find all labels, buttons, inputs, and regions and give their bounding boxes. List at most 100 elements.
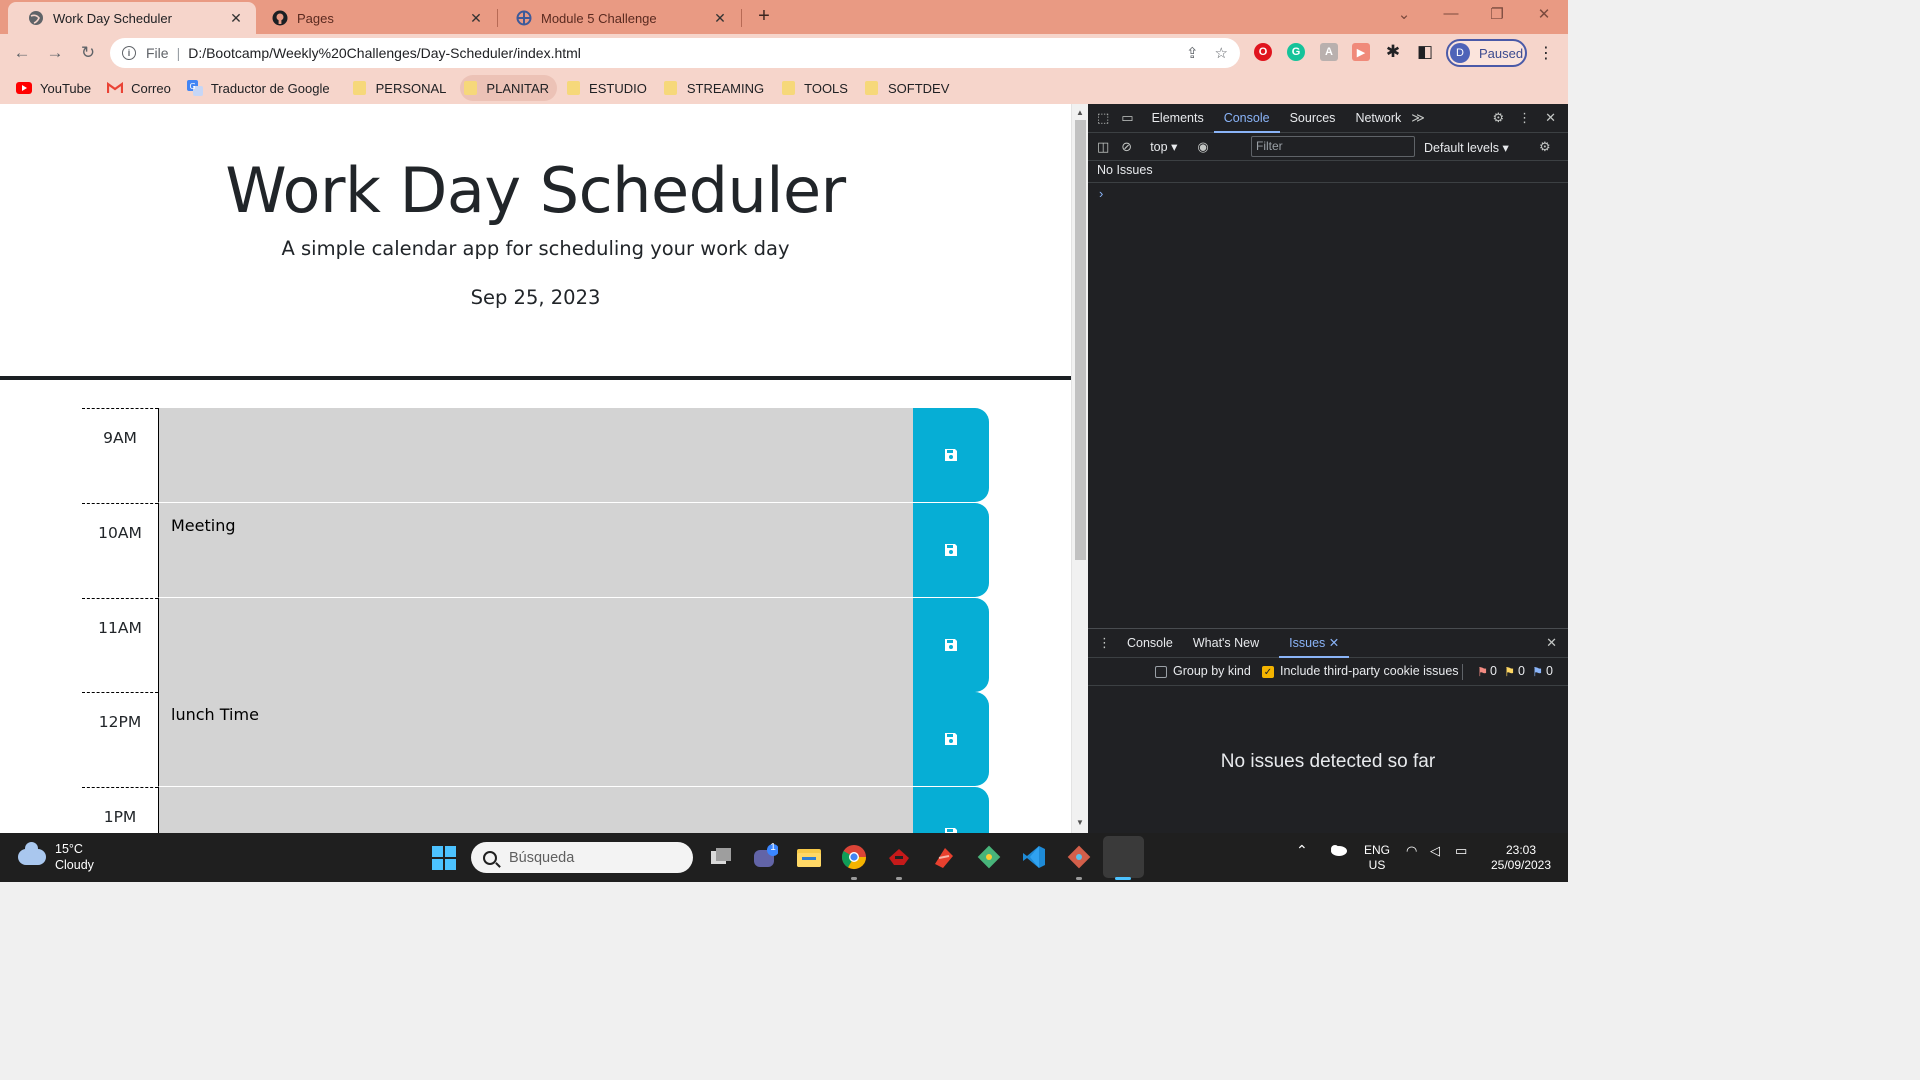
save-button[interactable]: [913, 598, 989, 692]
issues-summary[interactable]: No Issues: [1097, 163, 1153, 177]
save-button[interactable]: [913, 692, 989, 786]
minimize-icon[interactable]: —: [1428, 5, 1474, 22]
close-tab-icon[interactable]: ✕: [468, 10, 484, 27]
console-toolbar: ◫ ⊘ top ▾ ◉ Filter Default levels ▾ ⚙: [1088, 133, 1568, 161]
windows-start-icon[interactable]: [432, 846, 456, 870]
screen-recorder-extension-icon[interactable]: ▶: [1352, 43, 1370, 61]
browser-menu-icon[interactable]: ⋮: [1538, 43, 1554, 63]
close-devtools-icon[interactable]: ✕: [1545, 110, 1556, 126]
git-gui-icon[interactable]: [1066, 844, 1092, 870]
clear-console-icon[interactable]: ⊘: [1121, 139, 1132, 155]
filezilla-icon[interactable]: [931, 844, 957, 870]
close-window-icon[interactable]: ✕: [1521, 5, 1567, 23]
tab-sources[interactable]: Sources: [1280, 104, 1346, 133]
volume-icon[interactable]: ◁: [1430, 843, 1440, 858]
wifi-icon[interactable]: ◠: [1406, 843, 1417, 858]
info-icon[interactable]: i: [122, 46, 136, 60]
bookmark-folder-estudio[interactable]: ESTUDIO: [563, 75, 655, 101]
game-app-icon[interactable]: [886, 844, 912, 870]
bookmark-folder-tools[interactable]: TOOLS: [778, 75, 856, 101]
sidebar-toggle-icon[interactable]: ◫: [1097, 139, 1109, 155]
vscode-icon[interactable]: [1021, 844, 1047, 870]
battery-icon[interactable]: ▭: [1455, 843, 1467, 858]
console-prompt-icon[interactable]: ›: [1099, 186, 1103, 201]
group-by-kind-checkbox[interactable]: [1155, 666, 1167, 678]
side-panel-icon[interactable]: ◧: [1413, 40, 1437, 64]
bookmark-folder-planitar[interactable]: PLANITAR: [460, 75, 558, 101]
address-bar[interactable]: i File | D:/Bootcamp/Weekly%20Challenges…: [110, 38, 1240, 68]
new-tab-plus-icon[interactable]: +: [752, 4, 776, 28]
bookmark-folder-softdev[interactable]: SOFTDEV: [862, 75, 957, 101]
opera-extension-icon[interactable]: O: [1254, 43, 1272, 61]
extensions-puzzle-icon[interactable]: ✱: [1381, 40, 1405, 64]
devtools-menu-icon[interactable]: ⋮: [1518, 110, 1531, 126]
drawer-tab-issues[interactable]: Issues ✕: [1279, 629, 1350, 658]
more-tabs-icon[interactable]: ≫: [1411, 110, 1425, 126]
drawer-menu-icon[interactable]: ⋮: [1098, 635, 1111, 651]
close-tab-icon[interactable]: ✕: [1329, 636, 1339, 650]
page-scrollbar[interactable]: ▲ ▼: [1071, 104, 1088, 833]
chat-badge: 1: [770, 842, 776, 853]
tab-network[interactable]: Network: [1345, 104, 1411, 133]
description-textarea[interactable]: [158, 787, 913, 833]
task-view-icon[interactable]: [708, 844, 734, 870]
language-indicator[interactable]: ENG US: [1360, 843, 1394, 873]
bookmark-star-icon[interactable]: ☆: [1215, 44, 1228, 62]
console-filter-input[interactable]: Filter: [1251, 136, 1415, 157]
file-explorer-icon[interactable]: [796, 844, 822, 870]
inspect-element-icon[interactable]: ⬚: [1097, 110, 1109, 126]
third-party-checkbox[interactable]: ✓: [1262, 666, 1274, 678]
save-button[interactable]: [913, 787, 989, 833]
console-settings-icon[interactable]: ⚙: [1539, 139, 1551, 155]
grammarly-extension-icon[interactable]: G: [1287, 43, 1305, 61]
taskbar-search-box[interactable]: Búsqueda: [471, 842, 693, 873]
save-button[interactable]: [913, 408, 989, 502]
close-drawer-icon[interactable]: ✕: [1546, 635, 1557, 651]
drawer-tab-whats-new[interactable]: What's New: [1183, 629, 1269, 658]
description-textarea[interactable]: [158, 598, 913, 693]
close-tab-icon[interactable]: ✕: [712, 10, 728, 27]
bookmark-folder-streaming[interactable]: STREAMING: [661, 75, 772, 101]
back-arrow-icon[interactable]: ←: [10, 41, 34, 65]
reload-icon[interactable]: ↻: [76, 41, 100, 65]
tab-title: Work Day Scheduler: [53, 10, 172, 26]
forward-arrow-icon[interactable]: →: [43, 41, 67, 65]
onedrive-cloud-icon[interactable]: [1328, 843, 1348, 861]
weather-widget[interactable]: 15°C Cloudy: [18, 841, 94, 873]
description-textarea[interactable]: Meeting: [158, 503, 913, 598]
chrome-dev-icon[interactable]: [841, 844, 867, 870]
restore-icon[interactable]: ❐: [1474, 5, 1520, 23]
drawer-tab-console[interactable]: Console: [1117, 629, 1183, 658]
scroll-up-icon[interactable]: ▲: [1076, 108, 1084, 117]
system-clock[interactable]: 23:03 25/09/2023: [1484, 843, 1558, 873]
translate-extension-icon[interactable]: A: [1320, 43, 1338, 61]
context-selector[interactable]: top ▾: [1150, 139, 1177, 154]
gitkraken-icon[interactable]: [976, 844, 1002, 870]
teams-chat-icon[interactable]: 1: [752, 842, 779, 870]
active-app-slot[interactable]: [1103, 836, 1144, 878]
description-textarea[interactable]: lunch Time: [158, 692, 913, 787]
settings-gear-icon[interactable]: ⚙: [1492, 110, 1504, 126]
url-text[interactable]: D:/Bootcamp/Weekly%20Challenges/Day-Sche…: [188, 45, 581, 61]
log-levels-dropdown[interactable]: Default levels ▾: [1424, 140, 1509, 155]
close-tab-icon[interactable]: ✕: [228, 10, 244, 27]
tab-search-chevron-icon[interactable]: ⌄: [1381, 5, 1427, 23]
description-textarea[interactable]: [158, 408, 913, 503]
save-button[interactable]: [913, 503, 989, 597]
show-hidden-icons-chevron-icon[interactable]: ⌃: [1296, 843, 1308, 858]
bookmark-correo[interactable]: Correo: [105, 75, 179, 101]
tab-elements[interactable]: Elements: [1142, 104, 1214, 133]
live-expression-eye-icon[interactable]: ◉: [1197, 139, 1208, 155]
bookmark-traductor[interactable]: G Traductor de Google: [185, 75, 338, 101]
tab-work-day-scheduler[interactable]: Work Day Scheduler ✕: [8, 2, 256, 34]
tab-console[interactable]: Console: [1213, 104, 1280, 133]
scrollbar-thumb[interactable]: [1075, 120, 1086, 560]
tab-module-5-challenge[interactable]: Module 5 Challenge ✕: [496, 2, 740, 34]
share-icon[interactable]: ⇪: [1186, 44, 1199, 62]
profile-button[interactable]: D Paused: [1446, 39, 1527, 67]
device-toolbar-icon[interactable]: ▭: [1121, 110, 1133, 126]
bookmark-folder-personal[interactable]: PERSONAL: [350, 75, 455, 101]
tab-pages[interactable]: Pages ✕: [252, 2, 496, 34]
bookmark-youtube[interactable]: YouTube: [14, 75, 99, 101]
scroll-down-icon[interactable]: ▼: [1076, 818, 1084, 827]
